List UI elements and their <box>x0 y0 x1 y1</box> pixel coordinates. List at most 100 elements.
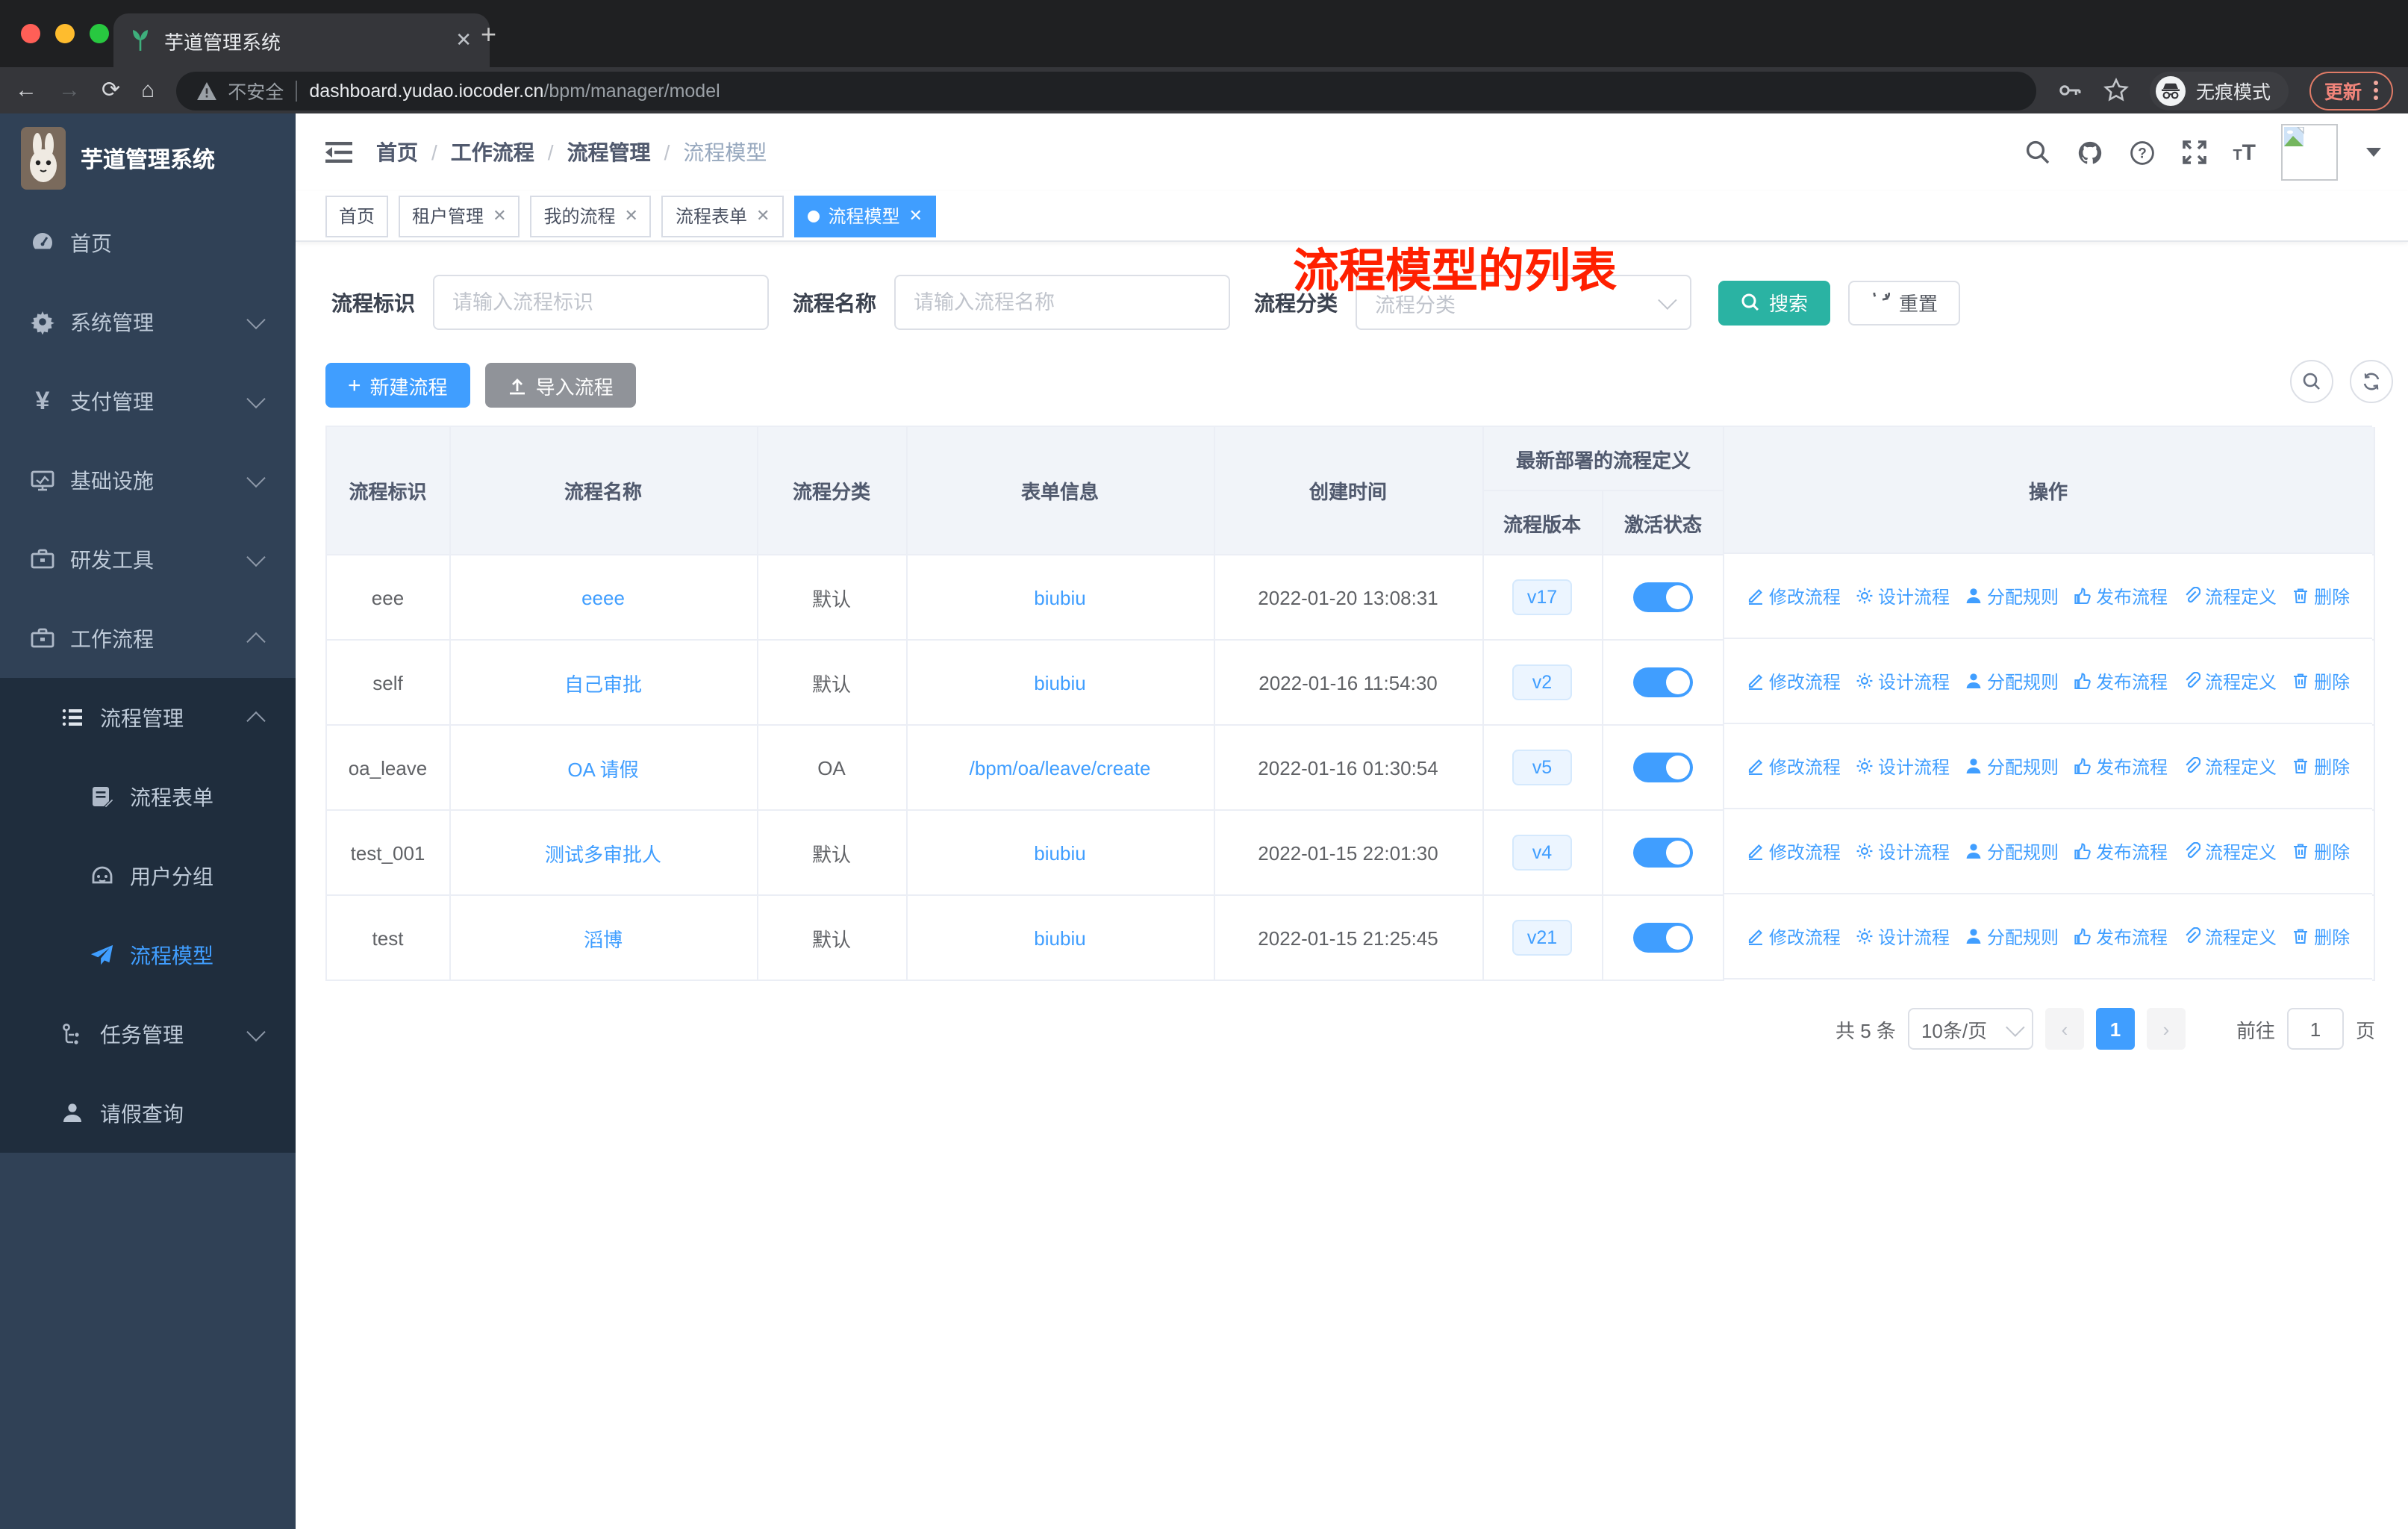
version-badge[interactable]: v4 <box>1512 835 1572 871</box>
tab-close-icon[interactable]: ✕ <box>452 28 475 52</box>
sidebar-item-task-manage[interactable]: 任务管理 <box>0 994 296 1074</box>
assign-rule-link[interactable]: 分配规则 <box>1965 924 2059 949</box>
password-key-icon[interactable] <box>2057 78 2083 103</box>
form-link[interactable]: biubiu <box>1034 841 1085 864</box>
prev-page-button[interactable]: ‹ <box>2044 1008 2084 1050</box>
process-name-link[interactable]: eeee <box>581 586 625 608</box>
toggle-search-icon[interactable] <box>2290 360 2333 403</box>
assign-rule-link[interactable]: 分配规则 <box>1965 753 2059 779</box>
active-toggle[interactable] <box>1633 923 1693 953</box>
next-page-button[interactable]: › <box>2146 1008 2186 1050</box>
design-process-link[interactable]: 设计流程 <box>1856 838 1950 864</box>
edit-process-link[interactable]: 修改流程 <box>1747 583 1841 608</box>
create-process-button[interactable]: + 新建流程 <box>325 363 470 408</box>
tag-close-icon[interactable]: ✕ <box>756 206 770 225</box>
forward-icon[interactable]: → <box>58 79 81 102</box>
sidebar-item-workflow[interactable]: 工作流程 <box>0 599 296 678</box>
bookmark-star-icon[interactable] <box>2103 78 2129 103</box>
tag-home[interactable]: 首页 <box>325 195 389 237</box>
sidebar-logo[interactable]: 芋道管理系统 <box>0 113 296 203</box>
refresh-table-icon[interactable] <box>2350 360 2393 403</box>
publish-process-link[interactable]: 发布流程 <box>2074 753 2168 779</box>
fullscreen-icon[interactable] <box>2180 139 2207 166</box>
sidebar-item-devtools[interactable]: 研发工具 <box>0 520 296 599</box>
sidebar-item-process-form[interactable]: 流程表单 <box>0 757 296 836</box>
avatar[interactable] <box>2281 124 2338 181</box>
sidebar-item-home[interactable]: 首页 <box>0 203 296 282</box>
tag-close-icon[interactable]: ✕ <box>493 206 506 225</box>
version-badge[interactable]: v2 <box>1512 664 1572 700</box>
sidebar-item-process-model[interactable]: 流程模型 <box>0 915 296 994</box>
version-badge[interactable]: v5 <box>1512 750 1572 785</box>
sidebar-fold-icon[interactable] <box>325 140 352 164</box>
form-link[interactable]: biubiu <box>1034 586 1085 608</box>
design-process-link[interactable]: 设计流程 <box>1856 753 1950 779</box>
publish-process-link[interactable]: 发布流程 <box>2074 583 2168 608</box>
edit-process-link[interactable]: 修改流程 <box>1747 668 1841 694</box>
close-window-button[interactable] <box>21 24 40 43</box>
home-icon[interactable]: ⌂ <box>141 79 155 102</box>
search-button[interactable]: 搜索 <box>1718 280 1831 325</box>
reload-icon[interactable]: ⟳ <box>102 79 120 102</box>
process-definition-link[interactable]: 流程定义 <box>2183 924 2277 949</box>
breadcrumb-home[interactable]: 首页 <box>376 137 418 167</box>
sidebar-item-leave-query[interactable]: 请假查询 <box>0 1074 296 1153</box>
process-id-input[interactable] <box>433 275 769 330</box>
browser-menu-icon[interactable] <box>2374 81 2378 100</box>
new-tab-button[interactable]: + <box>481 21 496 48</box>
edit-process-link[interactable]: 修改流程 <box>1747 838 1841 864</box>
breadcrumb-process-manage[interactable]: 流程管理 <box>567 137 651 167</box>
import-process-button[interactable]: 导入流程 <box>484 363 636 408</box>
process-definition-link[interactable]: 流程定义 <box>2183 583 2277 608</box>
assign-rule-link[interactable]: 分配规则 <box>1965 583 2059 608</box>
tag-process-model[interactable]: 流程模型 ✕ <box>793 195 936 237</box>
process-name-link[interactable]: 自己审批 <box>564 673 642 695</box>
window-controls[interactable] <box>21 24 109 43</box>
github-icon[interactable] <box>2076 139 2103 166</box>
tag-close-icon[interactable]: ✕ <box>625 206 638 225</box>
process-definition-link[interactable]: 流程定义 <box>2183 753 2277 779</box>
design-process-link[interactable]: 设计流程 <box>1856 668 1950 694</box>
zoom-window-button[interactable] <box>90 24 109 43</box>
version-badge[interactable]: v17 <box>1512 579 1572 615</box>
active-toggle[interactable] <box>1633 667 1693 697</box>
search-icon[interactable] <box>2024 139 2050 166</box>
minimize-window-button[interactable] <box>55 24 75 43</box>
breadcrumb-workflow[interactable]: 工作流程 <box>451 137 534 167</box>
assign-rule-link[interactable]: 分配规则 <box>1965 838 2059 864</box>
tag-tenant[interactable]: 租户管理 ✕ <box>399 195 520 237</box>
font-size-icon[interactable]: TT <box>2233 141 2256 164</box>
delete-process-link[interactable]: 删除 <box>2292 583 2350 608</box>
process-name-input[interactable] <box>894 275 1230 330</box>
design-process-link[interactable]: 设计流程 <box>1856 924 1950 949</box>
edit-process-link[interactable]: 修改流程 <box>1747 924 1841 949</box>
goto-page-input[interactable] <box>2286 1008 2344 1050</box>
process-name-link[interactable]: OA 请假 <box>567 758 638 780</box>
edit-process-link[interactable]: 修改流程 <box>1747 753 1841 779</box>
help-icon[interactable]: ? <box>2128 139 2155 166</box>
address-bar[interactable]: 不安全 dashboard.yudao.iocoder.cn/bpm/manag… <box>175 71 2036 110</box>
process-definition-link[interactable]: 流程定义 <box>2183 838 2277 864</box>
tag-process-form[interactable]: 流程表单 ✕ <box>661 195 784 237</box>
browser-tab[interactable]: 芋道管理系统 ✕ <box>113 13 490 67</box>
process-name-link[interactable]: 测试多审批人 <box>545 843 661 865</box>
publish-process-link[interactable]: 发布流程 <box>2074 668 2168 694</box>
assign-rule-link[interactable]: 分配规则 <box>1965 668 2059 694</box>
reset-button[interactable]: 重置 <box>1848 280 1961 325</box>
sidebar-item-user-group[interactable]: 用户分组 <box>0 836 296 915</box>
sidebar-item-payment[interactable]: ¥ 支付管理 <box>0 361 296 440</box>
active-toggle[interactable] <box>1633 838 1693 868</box>
form-link[interactable]: /bpm/oa/leave/create <box>970 756 1151 779</box>
tag-my-process[interactable]: 我的流程 ✕ <box>530 195 652 237</box>
delete-process-link[interactable]: 删除 <box>2292 838 2350 864</box>
design-process-link[interactable]: 设计流程 <box>1856 583 1950 608</box>
page-size-select[interactable]: 10条/页 <box>1907 1008 2033 1050</box>
form-link[interactable]: biubiu <box>1034 927 1085 949</box>
back-icon[interactable]: ← <box>15 79 37 102</box>
process-name-link[interactable]: 滔博 <box>584 928 623 950</box>
avatar-dropdown-caret-icon[interactable] <box>2366 148 2381 157</box>
tag-close-icon[interactable]: ✕ <box>908 206 922 225</box>
active-toggle[interactable] <box>1633 753 1693 782</box>
publish-process-link[interactable]: 发布流程 <box>2074 924 2168 949</box>
process-definition-link[interactable]: 流程定义 <box>2183 668 2277 694</box>
